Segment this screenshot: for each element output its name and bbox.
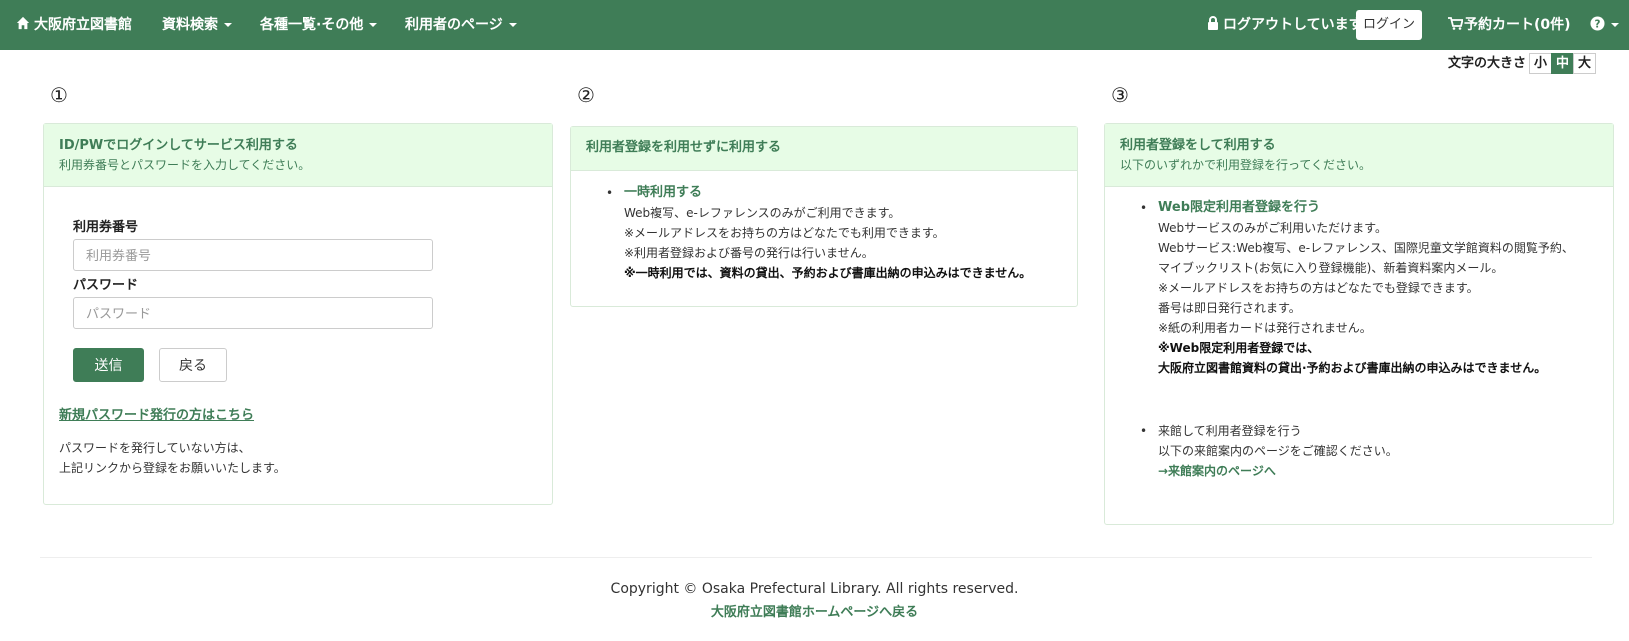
lock-icon	[1208, 16, 1218, 30]
temp-use-line-1: Web複写、e-レファレンスのみがご利用できます。	[624, 206, 901, 220]
font-size-small[interactable]: 小	[1529, 53, 1553, 74]
temp-use-item: • 一時利用する Web複写、e-レファレンスのみがご利用できます。 ※メールア…	[606, 183, 1032, 283]
login-button[interactable]: ログイン	[1356, 10, 1422, 40]
temp-use-line-3: ※利用者登録および番号の発行は行いません。	[624, 246, 874, 260]
svg-text:?: ?	[1595, 18, 1601, 30]
font-size-large[interactable]: 大	[1573, 53, 1597, 74]
footer-divider	[40, 557, 1592, 558]
temp-use-warning: ※一時利用では、資料の貸出、予約および書庫出納の申込みはできません。	[624, 266, 1032, 280]
cart-label: 予約カート(0件)	[1464, 17, 1571, 33]
menu-lists[interactable]: 各種一覧·その他	[260, 0, 378, 50]
register-panel-header: 利用者登録をして利用する 以下のいずれかで利用登録を行ってください。	[1105, 124, 1613, 187]
home-label: 大阪府立図書館	[34, 17, 132, 33]
help-menu[interactable]: ?	[1590, 0, 1619, 50]
bullet-icon: •	[606, 186, 614, 200]
login-panel-title: ID/PWでログインしてサービス利用する	[59, 138, 298, 153]
web-register-line-1: Webサービスのみがご利用いただけます。	[1158, 221, 1387, 235]
password-label: パスワード	[73, 278, 139, 293]
marker-3: ③	[1111, 83, 1129, 107]
font-size-label: 文字の大きさ	[1448, 56, 1527, 71]
visit-register-line: 以下の来館案内のページをご確認ください。	[1158, 444, 1398, 458]
login-panel: ID/PWでログインしてサービス利用する 利用券番号とパスワードを入力してくださ…	[43, 123, 553, 505]
guest-panel: 利用者登録を利用せずに利用する • 一時利用する Web複写、e-レファレンスの…	[570, 126, 1078, 307]
password-note-2: 上記リンクから登録をお願いいたします。	[59, 461, 286, 475]
card-number-label: 利用券番号	[73, 220, 139, 235]
logout-status-label: ログアウトしています	[1223, 17, 1363, 33]
password-input[interactable]	[73, 297, 433, 329]
marker-2: ②	[577, 83, 595, 107]
bullet-icon: •	[1140, 201, 1148, 215]
cart-link[interactable]: 予約カート(0件)	[1448, 0, 1571, 50]
web-register-line-2: Webサービス:Web複写、e-レファレンス、国際児童文学館資料の閲覧予約、	[1158, 241, 1574, 255]
chevron-down-icon	[1611, 23, 1619, 27]
login-panel-header: ID/PWでログインしてサービス利用する 利用券番号とパスワードを入力してくださ…	[44, 124, 552, 187]
menu-user-page-label: 利用者のページ	[405, 17, 503, 33]
register-panel-subtitle: 以下のいずれかで利用登録を行ってください。	[1120, 158, 1372, 172]
chevron-down-icon	[224, 23, 232, 27]
copyright: Copyright © Osaka Prefectural Library. A…	[610, 581, 1019, 597]
web-register-warning-1: ※Web限定利用者登録では、	[1158, 341, 1320, 355]
cart-icon	[1448, 17, 1464, 30]
register-panel: 利用者登録をして利用する 以下のいずれかで利用登録を行ってください。 • Web…	[1104, 123, 1614, 525]
visit-guide-link[interactable]: →来館案内のページへ	[1158, 461, 1398, 481]
bullet-icon: •	[1140, 424, 1148, 438]
question-circle-icon: ?	[1590, 16, 1605, 31]
web-register-title[interactable]: Web限定利用者登録を行う	[1158, 198, 1574, 218]
menu-search[interactable]: 資料検索	[162, 0, 232, 50]
guest-panel-header: 利用者登録を利用せずに利用する	[571, 127, 1077, 171]
register-panel-title: 利用者登録をして利用する	[1120, 138, 1276, 153]
visit-register-title: 来館して利用者登録を行う	[1158, 424, 1302, 438]
home-icon	[16, 16, 30, 30]
web-register-line-6: ※紙の利用者カードは発行されません。	[1158, 321, 1372, 335]
chevron-down-icon	[508, 23, 517, 27]
menu-user-page[interactable]: 利用者のページ	[405, 0, 517, 50]
font-size-medium[interactable]: 中	[1551, 53, 1575, 74]
temp-use-line-2: ※メールアドレスをお持ちの方はどなたでも利用できます。	[624, 226, 945, 240]
back-button[interactable]: 戻る	[159, 348, 227, 382]
web-register-line-3: マイブックリスト(お気に入り登録機能)、新着資料案内メール。	[1158, 261, 1504, 275]
web-register-item: • Web限定利用者登録を行う Webサービスのみがご利用いただけます。 Web…	[1140, 198, 1574, 378]
web-register-warning-2: 大阪府立図書館資料の貸出·予約および書庫出納の申込みはできません。	[1158, 361, 1547, 375]
library-home-link[interactable]: 大阪府立図書館ホームページへ戻る	[0, 601, 1629, 620]
new-password-link[interactable]: 新規パスワード発行の方はこちら	[59, 404, 254, 423]
password-note-1: パスワードを発行していない方は、	[59, 441, 251, 455]
login-panel-subtitle: 利用券番号とパスワードを入力してください。	[59, 158, 311, 172]
submit-button[interactable]: 送信	[73, 348, 144, 382]
font-size-switcher: 文字の大きさ小中大	[1448, 53, 1597, 75]
guest-panel-title: 利用者登録を利用せずに利用する	[586, 140, 782, 155]
visit-register-item: • 来館して利用者登録を行う 以下の来館案内のページをご確認ください。 →来館案…	[1140, 421, 1398, 481]
logout-status: ログアウトしています	[1207, 0, 1363, 50]
navbar: 大阪府立図書館 資料検索 各種一覧·その他 利用者のページ ログアウトしています…	[0, 0, 1629, 50]
menu-search-label: 資料検索	[162, 17, 218, 33]
home-link[interactable]: 大阪府立図書館	[16, 0, 132, 50]
web-register-line-5: 番号は即日発行されます。	[1158, 301, 1301, 315]
web-register-line-4: ※メールアドレスをお持ちの方はどなたでも登録できます。	[1158, 281, 1479, 295]
marker-1: ①	[50, 83, 68, 107]
menu-lists-label: 各種一覧·その他	[260, 17, 364, 33]
temp-use-title[interactable]: 一時利用する	[624, 183, 1031, 203]
card-number-input[interactable]	[73, 239, 433, 271]
chevron-down-icon	[369, 23, 378, 27]
